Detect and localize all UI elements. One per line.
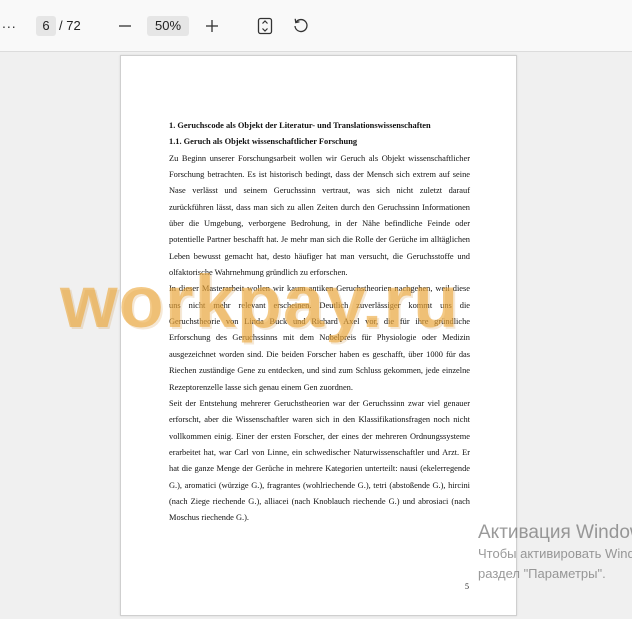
page-total-label: / 72	[59, 18, 81, 33]
zoom-in-button[interactable]	[202, 16, 222, 36]
pdf-toolbar: ... 6 / 72 50%	[0, 0, 632, 52]
minus-icon	[119, 25, 131, 27]
subsection-heading: 1.1. Geruch als Objekt wissenschaftliche…	[169, 137, 358, 147]
fit-page-icon	[257, 17, 273, 35]
rotate-button[interactable]	[290, 15, 312, 37]
zoom-level-input[interactable]: 50%	[147, 16, 189, 36]
paragraph: In dieser Masterarbeit wollen wir kaum a…	[169, 284, 470, 392]
paragraph: Zu Beginn unserer Forschungsarbeit wolle…	[169, 153, 470, 278]
more-menu-icon[interactable]: ...	[2, 15, 17, 31]
paragraph: Seit der Entstehung mehrerer Geruchstheo…	[169, 398, 470, 523]
section-heading: 1. Geruchscode als Objekt der Literatur-…	[169, 121, 431, 130]
plus-icon	[206, 20, 218, 32]
page-number-input[interactable]: 6	[36, 16, 56, 36]
pdf-page: 1. Geruchscode als Objekt der Literatur-…	[120, 55, 517, 616]
fit-page-button[interactable]	[254, 15, 276, 37]
rotate-icon	[294, 18, 308, 33]
page-text: 1. Geruchscode als Objekt der Literatur-…	[169, 118, 470, 527]
page-footer-number: 5	[465, 582, 469, 591]
zoom-out-button[interactable]	[115, 16, 135, 36]
